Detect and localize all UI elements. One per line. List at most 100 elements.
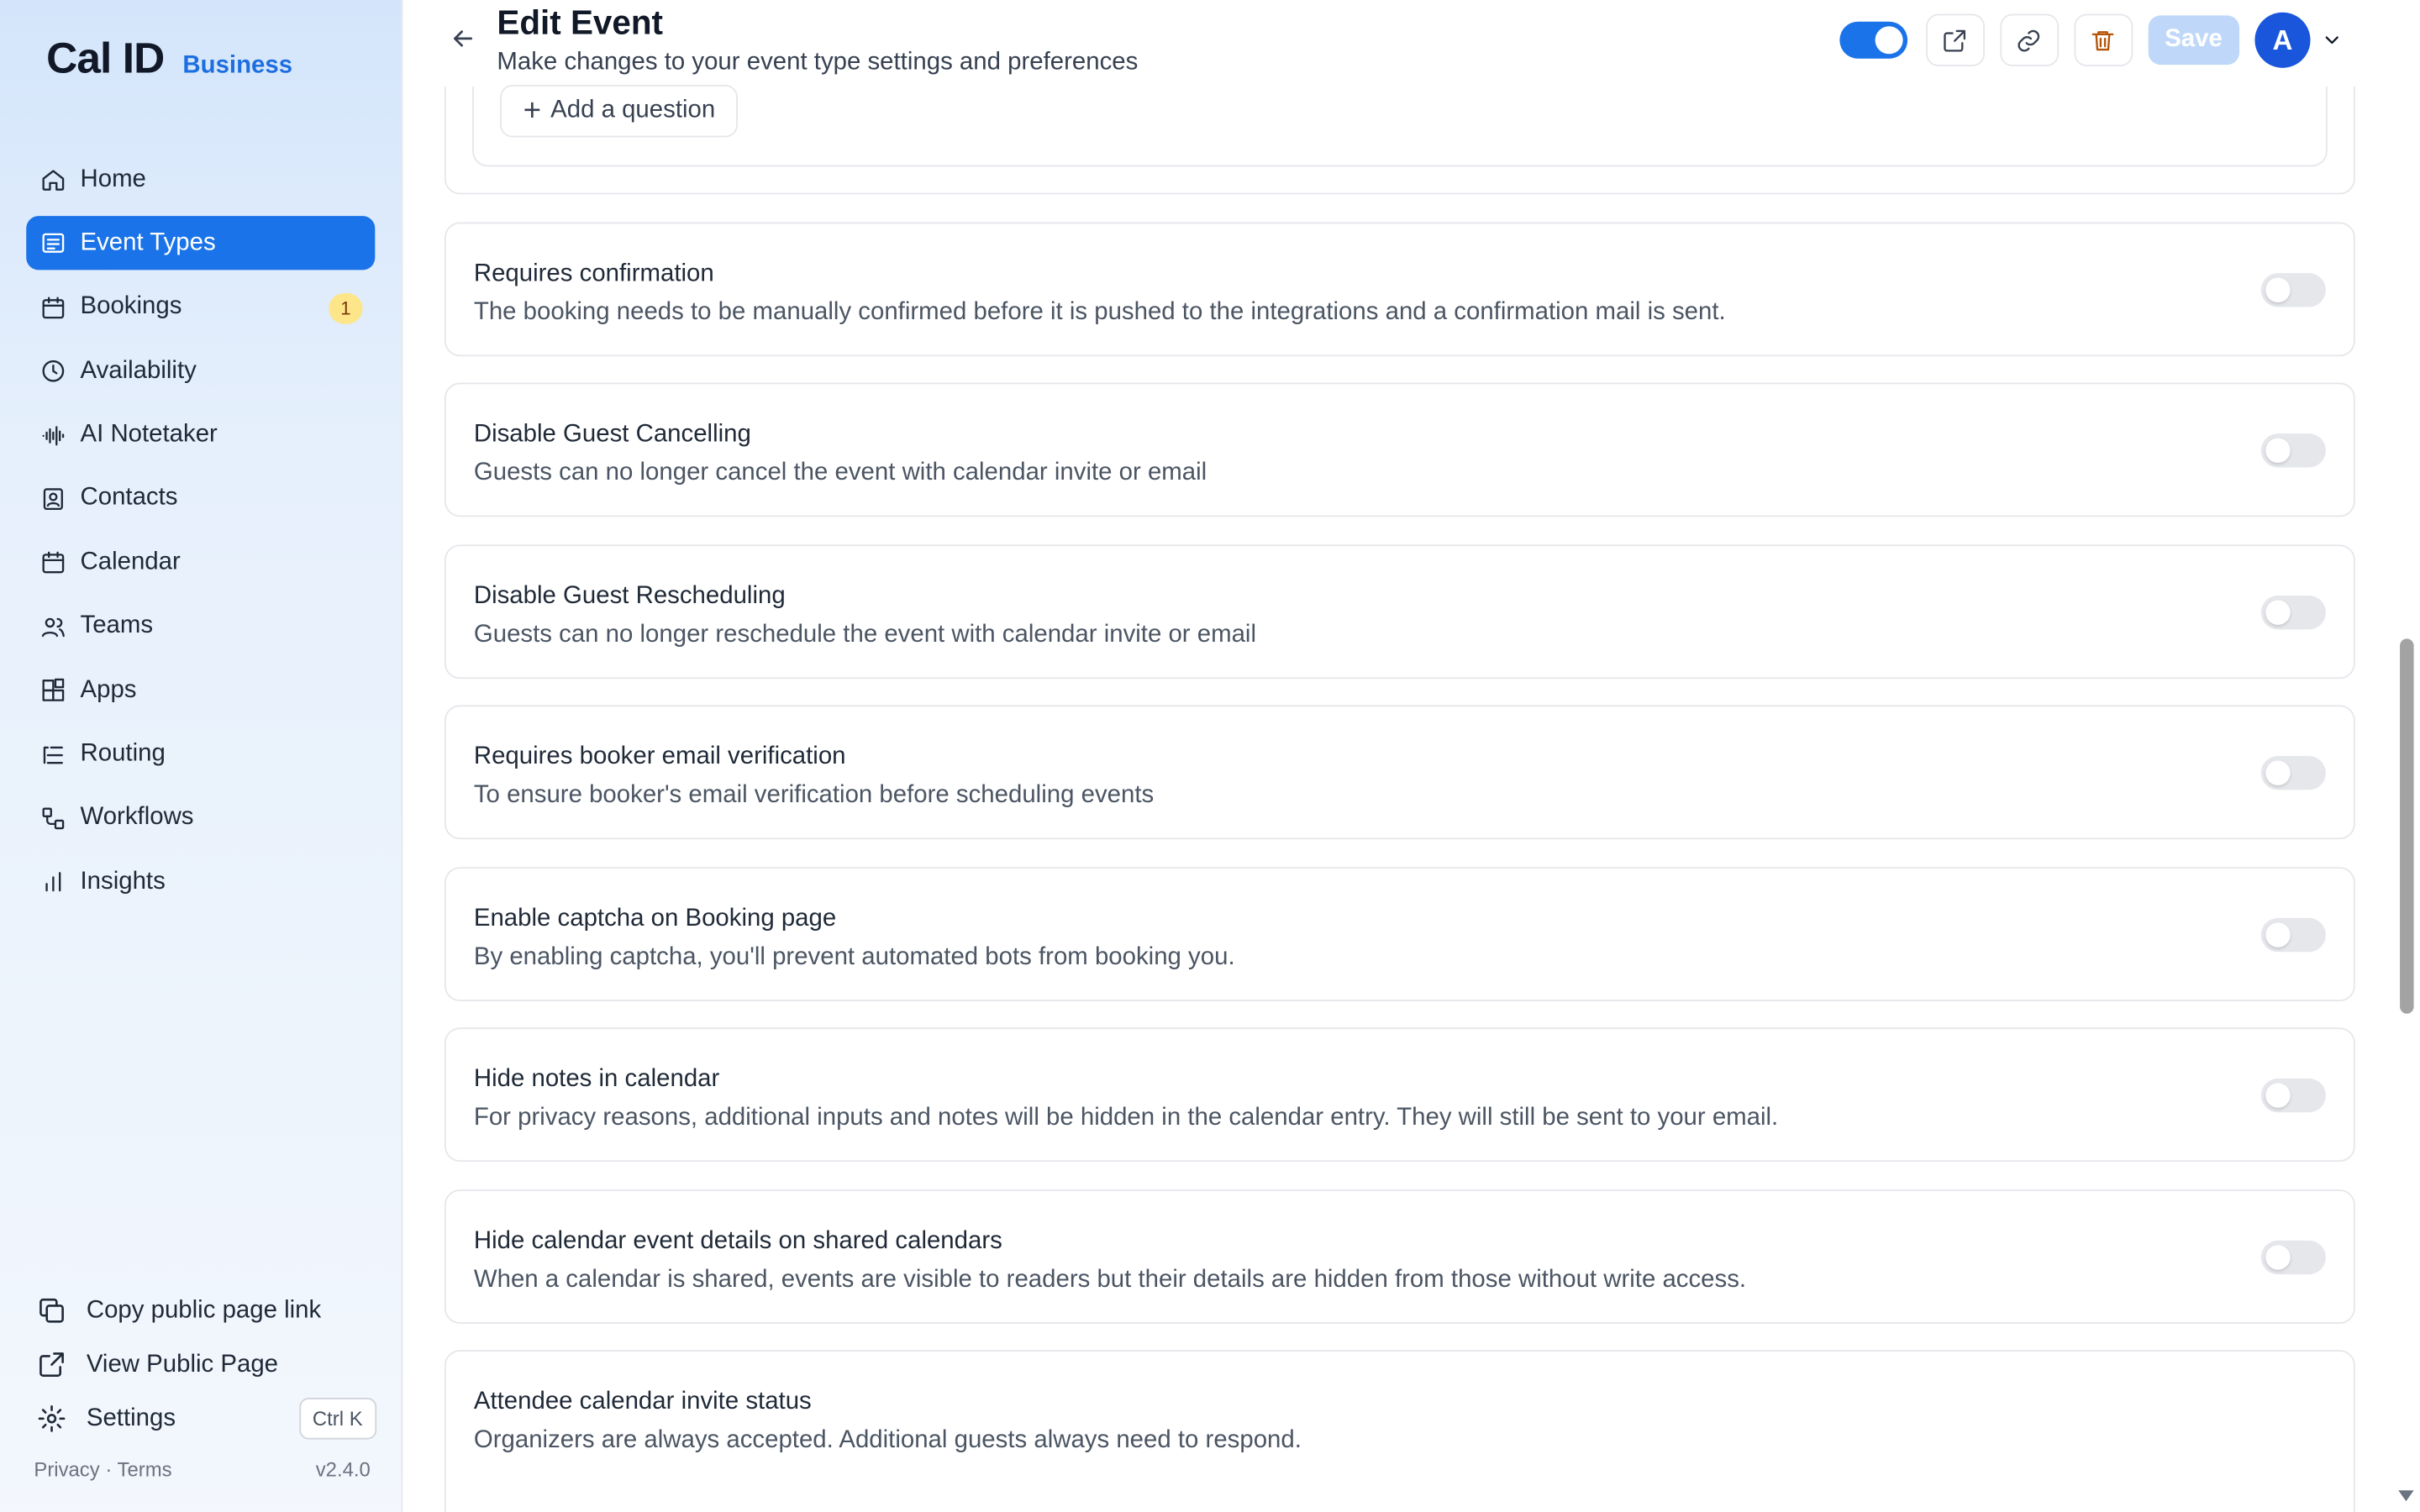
setting-description: When a calendar is shared, events are vi… (473, 1266, 1747, 1294)
main-content: + Add a question Edit Event Make changes… (402, 0, 2394, 1512)
sidebar-item-routing[interactable]: Routing (26, 727, 375, 781)
legal-links: Privacy · Terms (34, 1458, 171, 1482)
requires-confirmation-toggle[interactable] (2260, 273, 2326, 307)
workflows-icon (39, 805, 66, 832)
sidebar-item-label: Insights (80, 868, 166, 895)
sidebar-item-label: Bookings (80, 293, 182, 320)
setting-disable-guest-rescheduling: Disable Guest Rescheduling Guests can no… (444, 544, 2355, 680)
delete-button[interactable] (2073, 13, 2133, 66)
apps-icon (39, 677, 66, 705)
arrow-left-icon (453, 30, 473, 47)
sidebar-item-label: Routing (80, 740, 166, 767)
setting-requires-confirmation: Requires confirmation The booking needs … (444, 222, 2355, 357)
sidebar-footer: Privacy · Terms v2.4.0 (34, 1458, 370, 1482)
back-button[interactable] (449, 24, 480, 55)
copy-public-link-label: Copy public page link (86, 1296, 322, 1323)
sidebar-item-insights[interactable]: Insights (26, 855, 375, 909)
scroll-down-arrow-icon[interactable] (2398, 1490, 2414, 1502)
setting-description: For privacy reasons, additional inputs a… (473, 1105, 1779, 1131)
setting-description: The booking needs to be manually confirm… (473, 299, 1726, 326)
setting-booker-email-verification: Requires booker email verification To en… (444, 705, 2355, 840)
sidebar-item-calendar[interactable]: Calendar (26, 536, 375, 590)
sidebar-item-home[interactable]: Home (26, 153, 375, 207)
terms-link[interactable]: Terms (118, 1458, 172, 1482)
avatar[interactable]: A (2254, 12, 2311, 68)
setting-enable-captcha: Enable captcha on Booking page By enabli… (444, 867, 2355, 1002)
bar-chart-icon (39, 869, 66, 896)
page-title: Edit Event (497, 3, 664, 42)
event-types-icon (39, 229, 66, 257)
setting-hide-calendar-event-details: Hide calendar event details on shared ca… (444, 1189, 2355, 1324)
sidebar-nav: Home Event Types Bookings 1 Availability… (26, 153, 376, 919)
command-shortcut-badge[interactable]: Ctrl K (298, 1398, 377, 1440)
brand[interactable]: Cal ID Business (46, 34, 292, 83)
setting-title: Enable captcha on Booking page (473, 906, 837, 932)
sidebar-item-teams[interactable]: Teams (26, 600, 375, 654)
copy-public-link-button[interactable]: Copy public page link (37, 1284, 376, 1337)
link-icon (2018, 29, 2040, 51)
sidebar-item-apps[interactable]: Apps (26, 664, 375, 717)
setting-description: To ensure booker's email verification be… (473, 782, 1155, 809)
sidebar-item-ai-notetaker[interactable]: AI Notetaker (26, 408, 375, 462)
sidebar-item-label: Teams (80, 612, 154, 639)
contacts-icon (39, 486, 66, 513)
sidebar-bottom: Copy public page link View Public Page S… (37, 1284, 377, 1446)
sidebar-item-label: Calendar (80, 549, 181, 575)
sidebar-item-label: Apps (80, 676, 137, 703)
setting-title: Hide calendar event details on shared ca… (473, 1228, 1002, 1255)
vertical-scrollbar[interactable] (2393, 0, 2420, 1512)
preview-button[interactable] (1925, 13, 1985, 66)
version-label: v2.4.0 (315, 1457, 371, 1482)
sidebar-item-availability[interactable]: Availability (26, 344, 375, 398)
plus-icon: + (523, 94, 542, 129)
view-public-page-link[interactable]: View Public Page (37, 1337, 376, 1391)
sidebar-item-contacts[interactable]: Contacts (26, 472, 375, 526)
sidebar-item-event-types[interactable]: Event Types (26, 216, 376, 271)
disable-guest-cancelling-toggle[interactable] (2260, 433, 2326, 468)
sidebar-item-label: Home (80, 165, 146, 192)
setting-title: Requires confirmation (473, 260, 714, 287)
scrollbar-thumb[interactable] (2400, 638, 2414, 1014)
clock-icon (39, 358, 66, 386)
setting-description: By enabling captcha, you'll prevent auto… (473, 944, 1235, 971)
external-link-icon (37, 1349, 68, 1380)
setting-disable-guest-cancelling: Disable Guest Cancelling Guests can no l… (444, 382, 2355, 517)
setting-attendee-invite-status: Attendee calendar invite status Organize… (444, 1350, 2355, 1512)
privacy-link[interactable]: Privacy (34, 1458, 99, 1482)
calendar-icon (39, 293, 66, 321)
brand-plan: Business (182, 52, 293, 79)
user-menu-button[interactable] (2317, 24, 2348, 55)
setting-title: Hide notes in calendar (473, 1066, 720, 1093)
add-question-button[interactable]: + Add a question (500, 85, 739, 138)
routing-icon (39, 741, 66, 769)
event-visibility-toggle[interactable] (1839, 21, 1907, 59)
gear-icon (37, 1403, 68, 1434)
setting-description: Guests can no longer reschedule the even… (473, 622, 1256, 648)
sidebar-item-label: Availability (80, 357, 197, 384)
waveform-icon (39, 422, 66, 449)
settings-link[interactable]: Settings Ctrl K (37, 1392, 377, 1446)
copy-link-button[interactable] (1999, 13, 2059, 66)
sidebar-item-label: Event Types (80, 229, 216, 256)
sidebar-item-bookings[interactable]: Bookings 1 (26, 281, 375, 334)
booker-email-verification-toggle[interactable] (2260, 755, 2326, 790)
bookings-count-badge: 1 (329, 292, 363, 324)
settings-label: Settings (86, 1404, 176, 1431)
sidebar-item-label: AI Notetaker (80, 421, 218, 448)
header-actions: Save A (1839, 12, 2394, 68)
home-icon (39, 165, 66, 193)
chevron-down-icon (2325, 36, 2338, 45)
sidebar-item-workflows[interactable]: Workflows (26, 791, 375, 845)
view-public-page-label: View Public Page (86, 1351, 279, 1378)
setting-title: Disable Guest Cancelling (473, 421, 751, 448)
setting-title: Attendee calendar invite status (473, 1389, 812, 1415)
hide-event-details-toggle[interactable] (2260, 1240, 2326, 1275)
enable-captcha-toggle[interactable] (2260, 917, 2326, 953)
sidebar-item-label: Workflows (80, 804, 194, 831)
hide-notes-toggle[interactable] (2260, 1078, 2326, 1113)
save-button[interactable]: Save (2147, 15, 2240, 66)
calendar-icon (39, 549, 66, 577)
sidebar: Cal ID Business Home Event Types Booking… (0, 0, 403, 1512)
setting-description: Guests can no longer cancel the event wi… (473, 459, 1207, 486)
disable-guest-rescheduling-toggle[interactable] (2260, 595, 2326, 630)
